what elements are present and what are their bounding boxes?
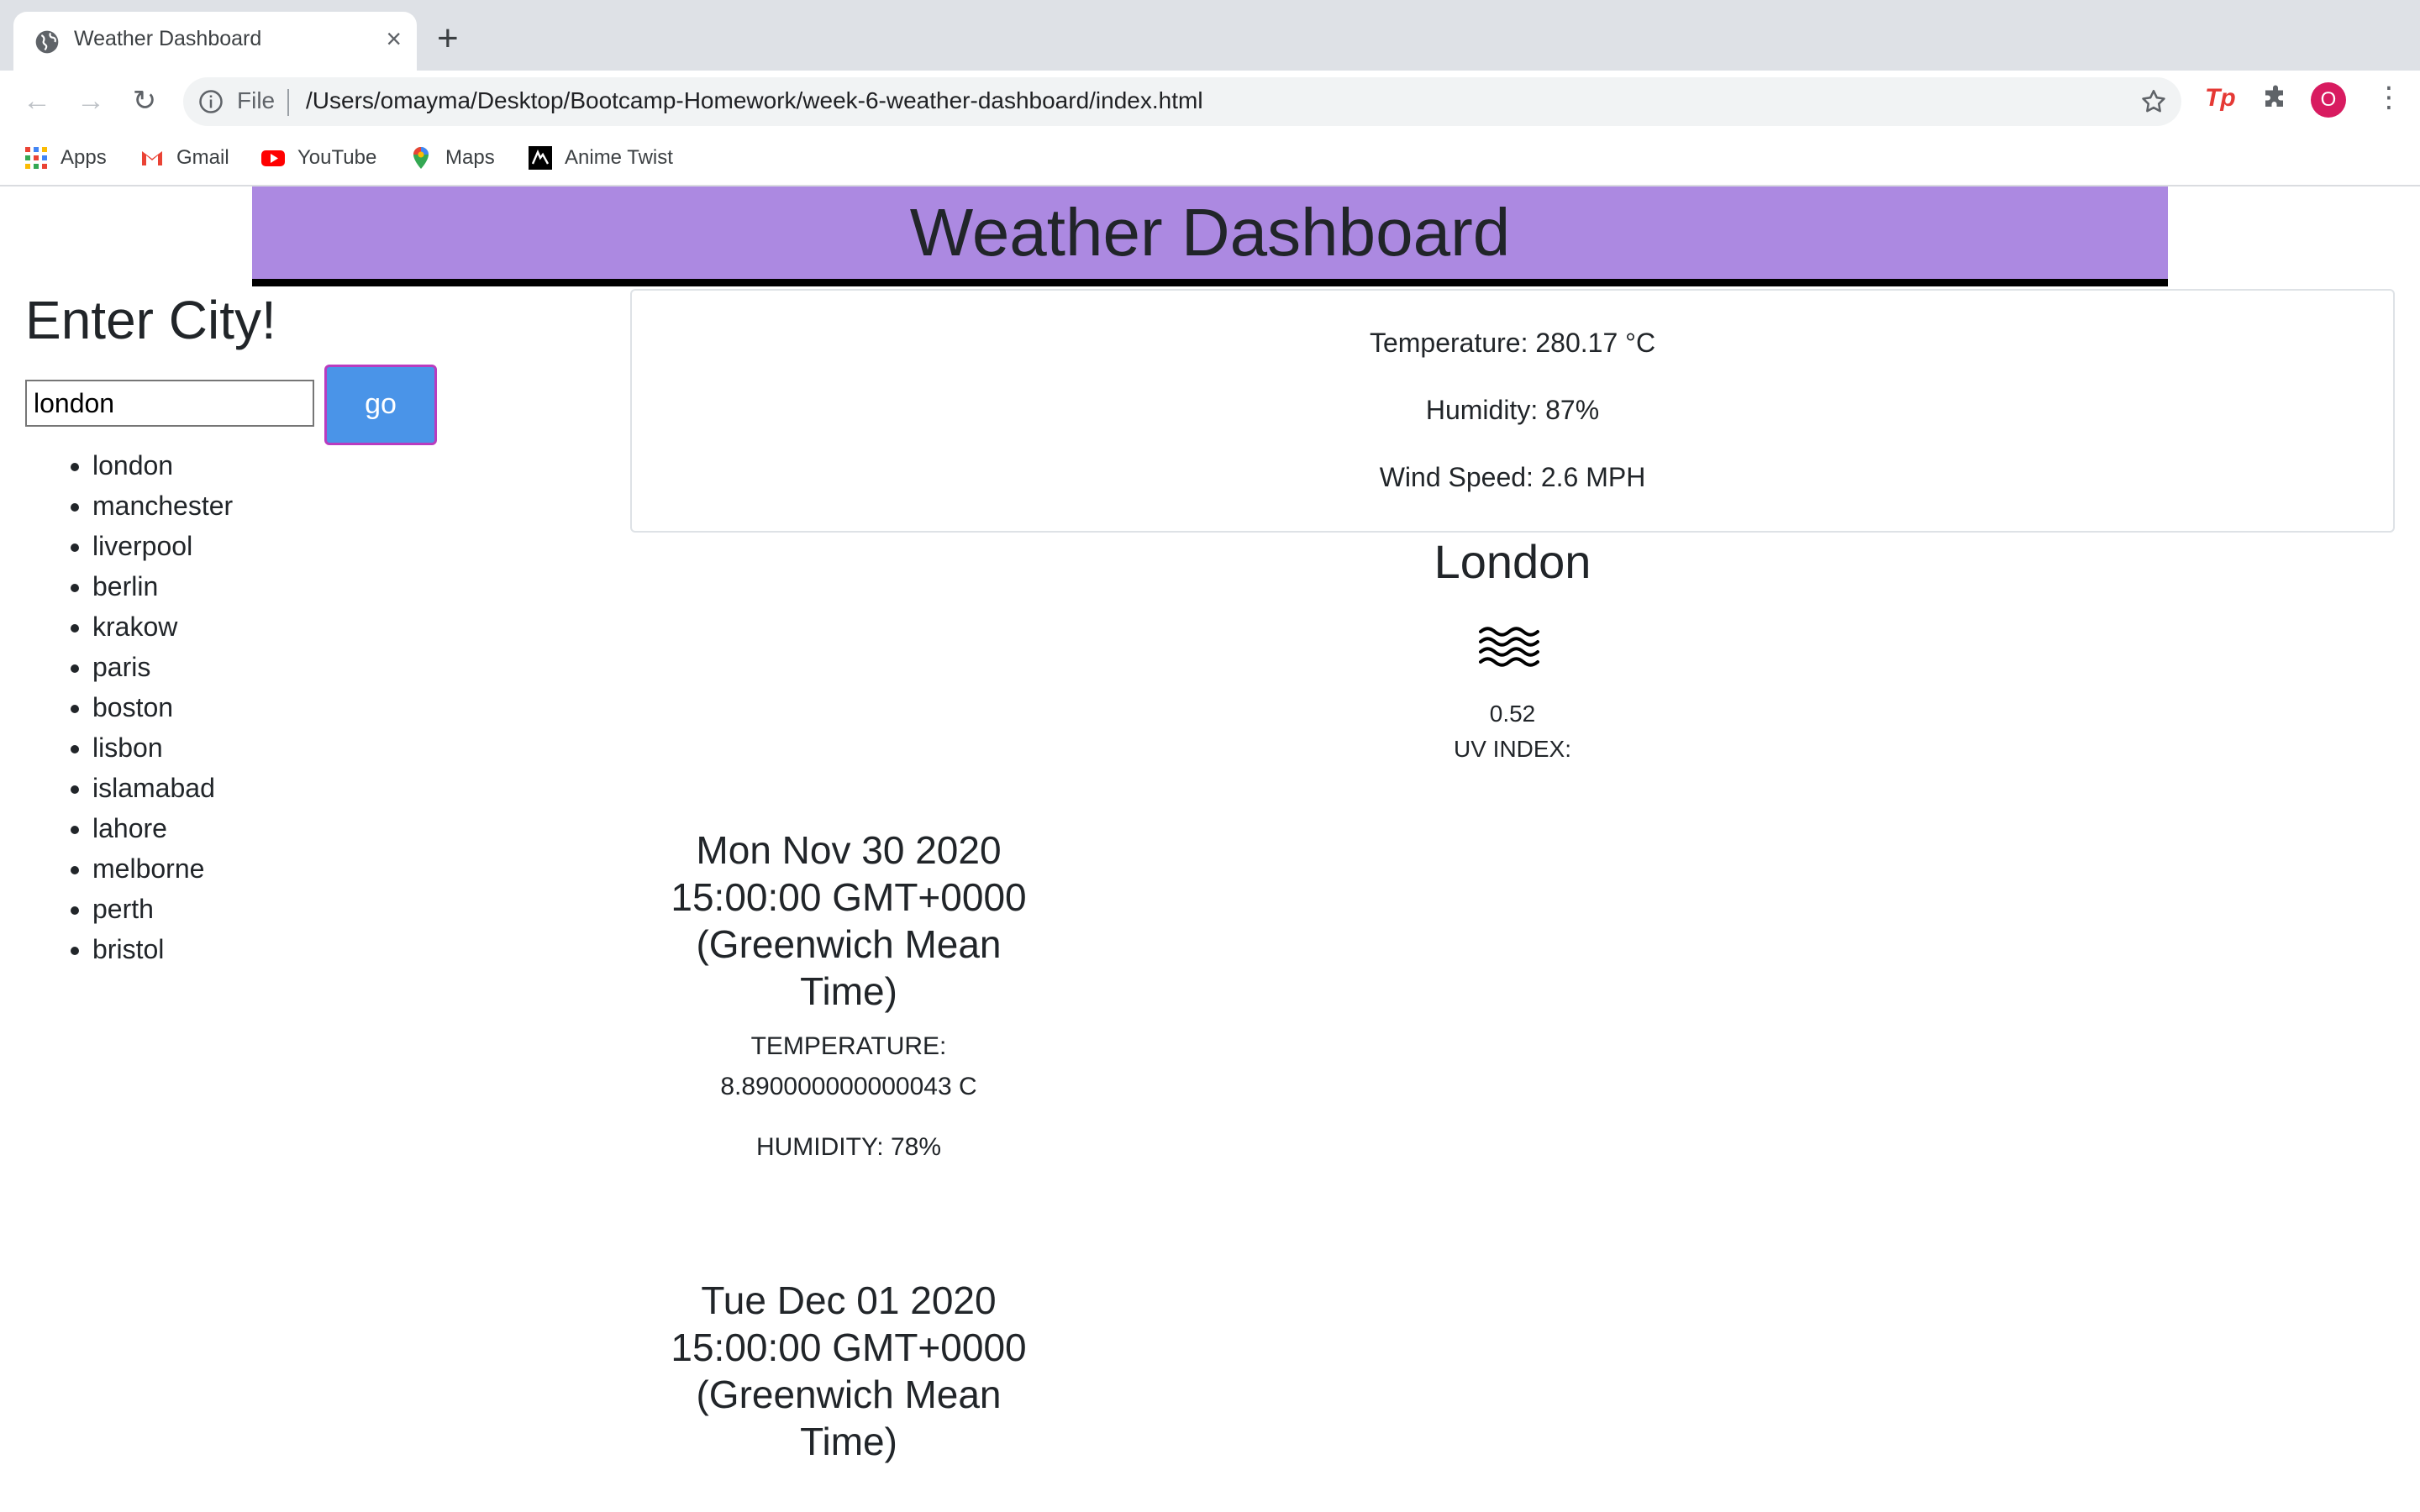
profile-avatar[interactable]: O: [2311, 82, 2346, 118]
globe-icon: [35, 30, 59, 54]
city-history-item[interactable]: paris: [92, 647, 233, 687]
bookmark-label: Apps: [60, 146, 107, 169]
city-history-item[interactable]: islamabad: [92, 768, 233, 808]
uv-index-label: UV INDEX:: [1453, 736, 1572, 762]
bookmarks-bar: Apps Gmail YouTube Maps Anime Twist: [0, 131, 2420, 186]
current-humidity: Humidity: 87%: [1425, 395, 1600, 425]
url-text[interactable]: /Users/omayma/Desktop/Bootcamp-Homework/…: [306, 87, 1203, 114]
apps-grid-icon: [25, 147, 47, 169]
city-history-item[interactable]: london: [92, 445, 233, 486]
browser-tab[interactable]: Weather Dashboard ×: [13, 12, 417, 71]
bookmark-gmail[interactable]: Gmail: [139, 143, 229, 173]
bookmark-apps[interactable]: Apps: [24, 143, 107, 173]
go-button[interactable]: go: [324, 365, 437, 445]
current-weather-card: Temperature: 280.17 °C Humidity: 87% Win…: [630, 289, 2395, 533]
bookmark-label: YouTube: [297, 146, 377, 169]
browser-menu-icon[interactable]: ⋮: [2375, 81, 2403, 114]
tab-title: Weather Dashboard: [74, 27, 262, 50]
current-wind-speed: Wind Speed: 2.6 MPH: [1379, 462, 1646, 492]
bookmark-maps[interactable]: Maps: [408, 143, 495, 173]
close-tab-icon[interactable]: ×: [386, 22, 402, 55]
address-bar[interactable]: File /Users/omayma/Desktop/Bootcamp-Home…: [183, 77, 2181, 126]
forecast-card: Tue Dec 01 2020 15:00:00 GMT+0000 (Green…: [655, 1277, 1042, 1465]
city-history-item[interactable]: boston: [92, 687, 233, 727]
forecast-date: Tue Dec 01 2020 15:00:00 GMT+0000 (Green…: [671, 1278, 1027, 1463]
tab-strip: Weather Dashboard × +: [0, 0, 2420, 71]
forward-icon[interactable]: →: [74, 84, 108, 118]
current-city-name: London: [1434, 535, 1591, 588]
page-title: Weather Dashboard: [909, 195, 1511, 270]
scheme-label: File: [237, 87, 276, 113]
new-tab-button[interactable]: +: [437, 20, 459, 57]
omnibox-divider: [287, 89, 289, 116]
browser-toolbar: ← → ↻ File /Users/omayma/Desktop/Bootcam…: [0, 71, 2420, 131]
anime-twist-icon: [529, 146, 552, 170]
city-history-item[interactable]: bristol: [92, 929, 233, 969]
city-history-item[interactable]: liverpool: [92, 526, 233, 566]
forecast-card: Mon Nov 30 2020 15:00:00 GMT+0000 (Green…: [655, 827, 1042, 1168]
city-history-item[interactable]: manchester: [92, 486, 233, 526]
city-history-item[interactable]: berlin: [92, 566, 233, 606]
bookmark-youtube[interactable]: YouTube: [260, 143, 376, 173]
info-icon[interactable]: [198, 89, 224, 114]
back-icon[interactable]: ←: [20, 84, 54, 118]
city-history-item[interactable]: lisbon: [92, 727, 233, 768]
city-history-item[interactable]: lahore: [92, 808, 233, 848]
page-content: Weather Dashboard Enter City! go london …: [0, 186, 2420, 1512]
city-history-item[interactable]: krakow: [92, 606, 233, 647]
city-history-item[interactable]: perth: [92, 889, 233, 929]
wind-waves-icon: [1479, 627, 1539, 667]
page-header: Weather Dashboard: [252, 186, 2168, 286]
current-temperature: Temperature: 280.17 °C: [1369, 328, 1656, 358]
forecast-date: Mon Nov 30 2020 15:00:00 GMT+0000 (Green…: [671, 828, 1027, 1013]
extension-tp-icon[interactable]: Tp: [2205, 84, 2236, 113]
youtube-icon: [261, 150, 285, 166]
reload-icon[interactable]: ↻: [128, 84, 161, 118]
enter-city-heading: Enter City!: [25, 290, 276, 350]
city-history-list: london manchester liverpool berlin krako…: [60, 445, 233, 969]
bookmark-star-icon[interactable]: [2139, 87, 2168, 116]
forecast-temperature: TEMPERATURE: 8.890000000000043 C: [720, 1032, 977, 1100]
forecast-humidity: HUMIDITY: 78%: [755, 1133, 942, 1161]
maps-icon: [413, 147, 429, 169]
city-search-input[interactable]: [25, 380, 314, 427]
bookmark-anime-twist[interactable]: Anime Twist: [528, 143, 673, 173]
gmail-icon: [142, 151, 162, 165]
bookmark-label: Gmail: [176, 146, 229, 169]
bookmark-label: Maps: [445, 146, 495, 169]
extensions-puzzle-icon[interactable]: [2260, 84, 2291, 114]
uv-index-value: 0.52: [1489, 701, 1536, 727]
bookmark-label: Anime Twist: [565, 146, 673, 169]
city-history-item[interactable]: melborne: [92, 848, 233, 889]
